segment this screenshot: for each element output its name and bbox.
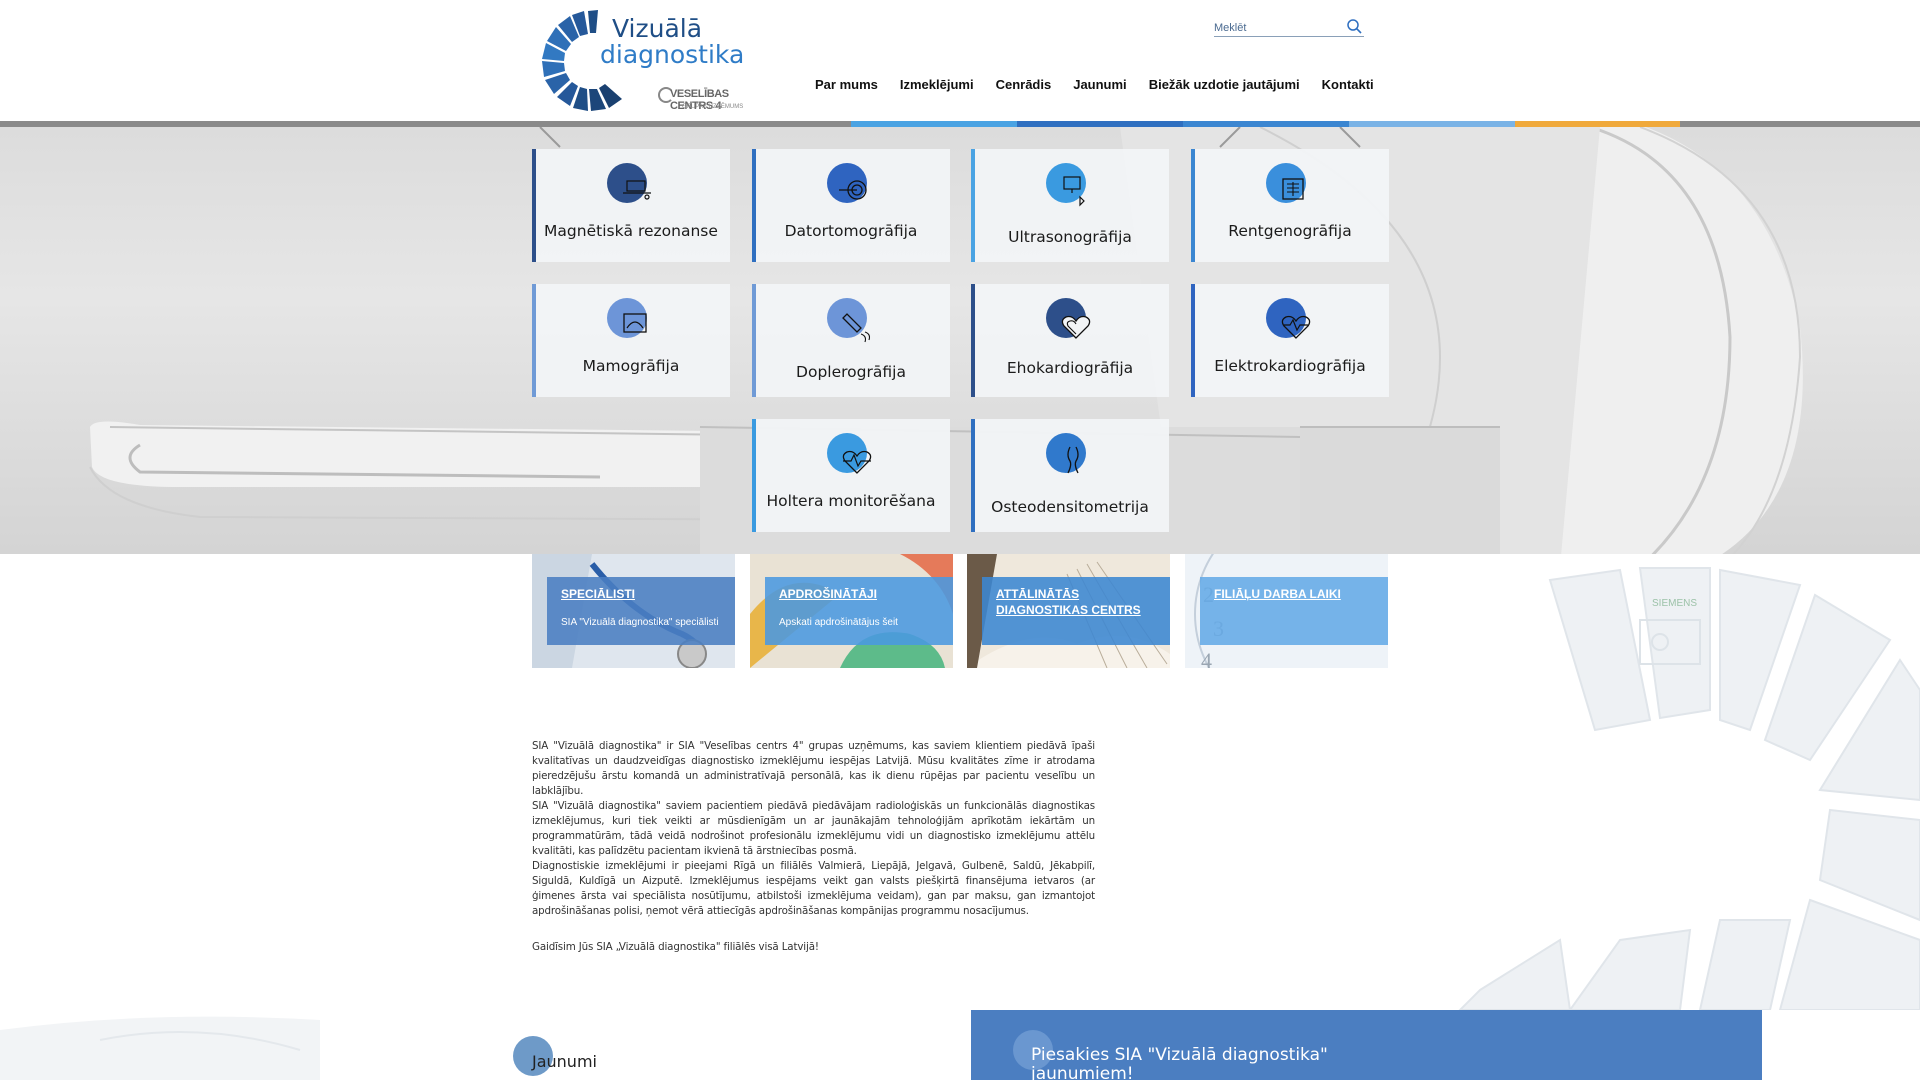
search-icon[interactable] <box>1346 18 1362 34</box>
decorative-arc <box>0 1016 320 1080</box>
info-box-title[interactable]: APDROŠINĀTĀJI <box>779 586 945 602</box>
service-label: Osteodensitometrija <box>991 498 1149 516</box>
newsletter-text: Piesakies SIA "Vizuālā diagnostika" jaun… <box>1031 1046 1328 1080</box>
doppler-probe-icon <box>827 298 871 343</box>
mri-machine-image <box>89 127 1803 554</box>
tile-accent-bar <box>752 149 756 262</box>
info-box-remote-diagnostics[interactable]: ATTĀLINĀTĀS DIAGNOSTIKAS CENTRS <box>967 554 1170 668</box>
service-tile-osteodensitometry[interactable]: Osteodensitometrija <box>971 419 1169 532</box>
service-tile-ct[interactable]: Datortomogrāfija <box>752 149 950 262</box>
about-paragraph: SIA "Vizuālā diagnostika" ir SIA "Veselī… <box>532 740 1095 797</box>
mri-icon <box>607 163 651 203</box>
watermark-brand-text: SIEMENS <box>1652 598 1697 609</box>
search-input[interactable] <box>1214 22 1334 34</box>
heart-ecg-icon <box>1266 298 1311 339</box>
service-label: Holtera monitorēšana <box>766 492 936 510</box>
heart-monitor-icon <box>827 433 872 474</box>
main-nav: Par mums Izmeklējumi Cenrādis Jaunumi Bi… <box>815 77 1374 92</box>
info-box-title[interactable]: SPECIĀLISTI <box>561 586 727 602</box>
newsletter-signup-banner[interactable]: Piesakies SIA "Vizuālā diagnostika" jaun… <box>971 1010 1762 1080</box>
about-paragraph: Diagnostiskie izmeklējumi ir pieejami Rī… <box>532 860 1095 917</box>
newsletter-text-line2: jaunumiem! <box>1031 1064 1134 1080</box>
tile-accent-bar <box>752 419 756 532</box>
service-tile-ultrasound[interactable]: Ultrasonogrāfija <box>971 149 1169 262</box>
service-label: Ultrasonogrāfija <box>1008 228 1132 246</box>
nav-item-cenradis[interactable]: Cenrādis <box>996 77 1052 92</box>
info-box-overlay: ATTĀLINĀTĀS DIAGNOSTIKAS CENTRS <box>982 577 1170 645</box>
xray-chest-icon <box>1266 163 1306 203</box>
info-box-title[interactable]: FILIĀĻU DARBA LAIKI <box>1214 586 1380 602</box>
info-box-branch-hours[interactable]: 2 3 4 FILIĀĻU DARBA LAIKI <box>1185 554 1388 668</box>
service-label: Ehokardiogrāfija <box>1006 359 1134 377</box>
nav-item-jaunumi[interactable]: Jaunumi <box>1073 77 1126 92</box>
heart-icon <box>1046 298 1091 339</box>
logo-name-line2: diagnostika <box>600 40 745 69</box>
service-label: Magnētiskā rezonanse <box>544 222 718 240</box>
service-label: Doplerogrāfija <box>796 363 906 381</box>
service-label: Datortomogrāfija <box>784 222 918 240</box>
service-tile-mri[interactable]: Magnētiskā rezonanse <box>532 149 730 262</box>
mammography-icon <box>607 298 647 338</box>
bone-icon <box>1046 433 1086 474</box>
tile-accent-bar <box>1191 284 1195 397</box>
nav-item-faq[interactable]: Biežāk uzdotie jautājumi <box>1149 77 1300 92</box>
mri-watermark-image: SIEMENS <box>1458 567 1920 1010</box>
service-tile-mammography[interactable]: Mamogrāfija <box>532 284 730 397</box>
info-box-title[interactable]: ATTĀLINĀTĀS DIAGNOSTIKAS CENTRS <box>996 586 1162 618</box>
service-label: Rentgenogrāfija <box>1228 222 1352 240</box>
group-logo-subtitle: GRUPAS UZŅĒMUMS <box>682 104 744 110</box>
nav-item-kontakti[interactable]: Kontakti <box>1322 77 1374 92</box>
nav-item-izmeklejumi[interactable]: Izmeklējumi <box>900 77 974 92</box>
service-tile-doppler[interactable]: Doplerogrāfija <box>752 284 950 397</box>
service-tile-holter[interactable]: Holtera monitorēšana <box>752 419 950 532</box>
info-box-overlay: APDROŠINĀTĀJI Apskati apdrošinātājus šei… <box>765 577 953 645</box>
info-box-insurers[interactable]: APDROŠINĀTĀJI Apskati apdrošinātājus šei… <box>750 554 953 668</box>
site-header: Vizuālā diagnostika VESELĪBAS CENTRS 4 G… <box>0 0 1920 121</box>
logo-wordmark: Vizuālā diagnostika <box>600 16 744 68</box>
ultrasound-monitor-icon <box>1046 163 1086 207</box>
info-box-overlay: SPECIĀLISTI SIA "Vizuālā diagnostika" sp… <box>547 577 735 645</box>
hero-banner: Magnētiskā rezonanse Datortomogrāfija Ul… <box>0 127 1920 554</box>
newsletter-text-line1: Piesakies SIA "Vizuālā diagnostika" <box>1031 1045 1328 1065</box>
tile-accent-bar <box>971 284 975 397</box>
service-label: Elektrokardiogrāfija <box>1214 357 1366 375</box>
ct-scanner-icon <box>827 163 867 203</box>
about-paragraph: SIA "Vizuālā diagnostika" saviem pacient… <box>532 800 1095 857</box>
search-box <box>1214 18 1364 37</box>
logo-name-line1: Vizuālā <box>612 14 703 43</box>
service-label: Mamogrāfija <box>582 357 680 375</box>
nav-item-par-mums[interactable]: Par mums <box>815 77 878 92</box>
logo[interactable]: Vizuālā diagnostika VESELĪBAS CENTRS 4 G… <box>530 6 750 112</box>
group-logo: VESELĪBAS CENTRS 4 GRUPAS UZŅĒMUMS <box>656 86 750 114</box>
tile-accent-bar <box>1191 149 1195 262</box>
info-box-overlay: FILIĀĻU DARBA LAIKI <box>1200 577 1388 645</box>
tile-accent-bar <box>532 149 536 262</box>
tile-accent-bar <box>532 284 536 397</box>
service-tile-xray[interactable]: Rentgenogrāfija <box>1191 149 1389 262</box>
service-tile-ecg[interactable]: Elektrokardiogrāfija <box>1191 284 1389 397</box>
news-section-title: Jaunumi <box>532 1052 597 1071</box>
svg-text:4: 4 <box>1201 648 1212 668</box>
info-box-specialists[interactable]: SPECIĀLISTI SIA "Vizuālā diagnostika" sp… <box>532 554 735 668</box>
closing-text: Gaidīsim Jūs SIA „Vizuālā diagnostika" f… <box>532 941 819 953</box>
info-box-subtitle: Apskati apdrošinātājus šeit <box>779 617 898 628</box>
info-box-subtitle: SIA "Vizuālā diagnostika" speciālisti <box>561 617 719 628</box>
about-text: SIA "Vizuālā diagnostika" ir SIA "Veselī… <box>532 739 1095 919</box>
service-tile-echocardiography[interactable]: Ehokardiogrāfija <box>971 284 1169 397</box>
